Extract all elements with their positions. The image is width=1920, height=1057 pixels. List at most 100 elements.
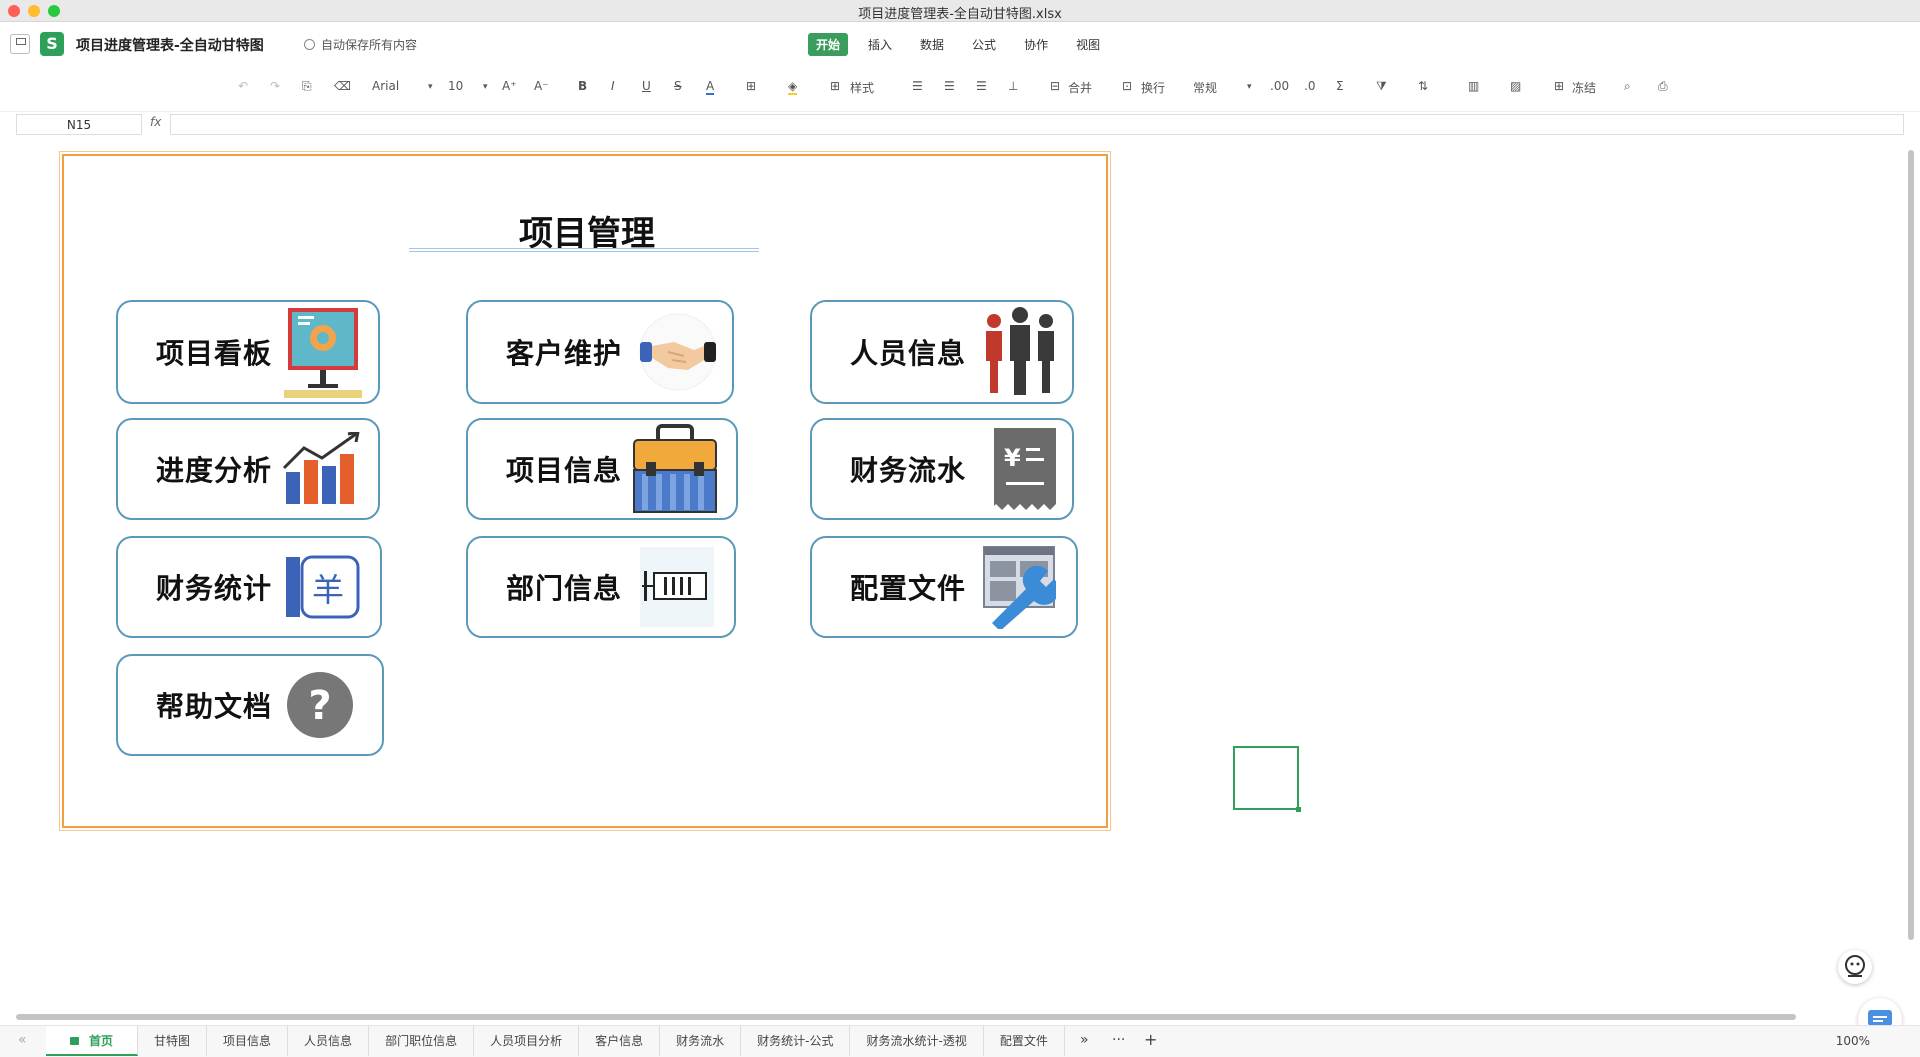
bold-button[interactable]: B xyxy=(578,79,587,93)
sheet-tab-gantt[interactable]: 甘特图 xyxy=(138,1026,208,1056)
sheet-tab-finance-pivot[interactable]: 财务流水统计-透视 xyxy=(850,1026,984,1056)
merge-icon[interactable]: ⊟ xyxy=(1050,79,1060,93)
wrap-text-button[interactable]: 换行 xyxy=(1141,79,1165,96)
card-label: 客户维护 xyxy=(506,337,623,370)
receipt-icon: ¥ xyxy=(994,428,1056,510)
handshake-icon xyxy=(639,313,717,391)
redo-icon[interactable]: ↷ xyxy=(270,79,280,93)
sheet-tab-config[interactable]: 配置文件 xyxy=(984,1026,1065,1056)
freeze-button[interactable]: 冻结 xyxy=(1572,79,1596,96)
menu-data[interactable]: 数据 xyxy=(912,33,952,56)
menu-collaborate[interactable]: 协作 xyxy=(1016,33,1056,56)
assistant-avatar-button[interactable] xyxy=(1838,950,1872,984)
align-center-icon[interactable]: ☰ xyxy=(944,79,955,93)
sheet-tab-home[interactable]: 首页 xyxy=(46,1026,139,1056)
font-color-button[interactable]: A xyxy=(706,79,715,95)
undo-icon[interactable]: ↶ xyxy=(238,79,248,93)
menu-insert[interactable]: 插入 xyxy=(860,33,900,56)
italic-button[interactable]: I xyxy=(611,79,615,93)
vertical-scrollbar[interactable] xyxy=(1908,150,1914,940)
card-finance-flow[interactable]: 财务流水 ¥ xyxy=(810,418,1074,520)
align-right-icon[interactable]: ☰ xyxy=(976,79,987,93)
add-sheet-button[interactable]: + xyxy=(1144,1030,1157,1049)
increase-decimal-icon[interactable]: .00 xyxy=(1270,79,1289,93)
barcode-scanner-icon xyxy=(640,547,714,627)
number-format-select[interactable]: 常规 xyxy=(1193,79,1217,96)
vertical-align-icon[interactable]: ⊥ xyxy=(1008,79,1018,93)
decrease-decimal-icon[interactable]: .0 xyxy=(1304,79,1315,93)
sheet-tab-project-info[interactable]: 项目信息 xyxy=(207,1026,289,1056)
more-tabs-button[interactable]: » xyxy=(1080,1032,1089,1048)
card-progress-analysis[interactable]: 进度分析 xyxy=(116,418,380,520)
menu-home[interactable]: 开始 xyxy=(808,33,849,56)
svg-text:¥: ¥ xyxy=(1004,444,1021,472)
cell-name-box[interactable]: N15 xyxy=(16,114,142,135)
fill-color-icon[interactable]: ◈ xyxy=(788,79,798,95)
sort-icon[interactable]: ⇅ xyxy=(1418,79,1428,93)
cell-style-button[interactable]: 样式 xyxy=(850,79,874,96)
cell-style-icon[interactable]: ⊞ xyxy=(830,79,840,93)
horizontal-scrollbar[interactable] xyxy=(16,1014,1796,1020)
card-config-files[interactable]: 配置文件 xyxy=(810,536,1078,638)
card-customer-maintenance[interactable]: 客户维护 xyxy=(466,300,734,404)
card-label: 财务流水 xyxy=(850,454,967,487)
tab-label: 首页 xyxy=(89,1034,114,1048)
card-department-info[interactable]: 部门信息 xyxy=(466,536,736,638)
sheet-tab-personnel-info[interactable]: 人员信息 xyxy=(288,1026,370,1056)
chevron-down-icon[interactable]: ▾ xyxy=(1247,82,1252,92)
formula-input[interactable] xyxy=(170,114,1904,135)
menu-formula[interactable]: 公式 xyxy=(964,33,1004,56)
zoom-level[interactable]: 100% xyxy=(1836,1034,1870,1048)
card-project-board[interactable]: 项目看板 xyxy=(116,300,380,404)
border-icon[interactable]: ⊞ xyxy=(746,79,756,93)
chevron-down-icon[interactable]: ▾ xyxy=(428,82,433,92)
card-finance-statistics[interactable]: 财务统计 羊 xyxy=(116,536,382,638)
dashboard-panel: 项目管理 项目看板 客户维护 人员信息 进度分析 项目信息 财务流水 ¥ 财务统… xyxy=(59,151,1111,831)
sheet-tab-personnel-project-analysis[interactable]: 人员项目分析 xyxy=(474,1026,580,1056)
question-icon: ? xyxy=(287,672,353,738)
strikethrough-button[interactable]: S xyxy=(674,79,682,93)
card-help-docs[interactable]: 帮助文档 ? xyxy=(116,654,384,756)
align-left-icon[interactable]: ☰ xyxy=(912,79,923,93)
svg-text:?: ? xyxy=(308,683,331,729)
increase-font-icon[interactable]: A⁺ xyxy=(502,79,517,93)
format-painter-icon[interactable]: ⎘ xyxy=(302,79,312,94)
filter-icon[interactable]: ⧩ xyxy=(1376,79,1387,94)
selected-cell[interactable] xyxy=(1233,746,1301,812)
sheet-tabs: 首页 甘特图 项目信息 人员信息 部门职位信息 人员项目分析 客户信息 财务流水… xyxy=(46,1026,1065,1056)
tab-options-button[interactable]: ··· xyxy=(1112,1032,1125,1048)
sheet-tab-dept-position[interactable]: 部门职位信息 xyxy=(369,1026,475,1056)
chevron-down-icon[interactable]: ▾ xyxy=(483,82,488,92)
fx-icon: fx xyxy=(150,115,162,129)
sheet-tab-finance-stats-formula[interactable]: 财务统计-公式 xyxy=(741,1026,851,1056)
card-label: 项目看板 xyxy=(156,337,273,370)
app-header: S 项目进度管理表-全自动甘特图 自动保存所有内容 开始 插入 数据 公式 协作… xyxy=(0,22,1920,66)
font-size-select[interactable]: 10 xyxy=(448,79,463,93)
sheet-tab-customer-info[interactable]: 客户信息 xyxy=(579,1026,661,1056)
menu-view[interactable]: 视图 xyxy=(1068,33,1108,56)
sum-button[interactable]: Σ xyxy=(1336,79,1344,93)
merge-button[interactable]: 合并 xyxy=(1068,79,1092,96)
sheet-canvas[interactable]: 项目管理 项目看板 客户维护 人员信息 进度分析 项目信息 财务流水 ¥ 财务统… xyxy=(0,138,1920,1008)
card-personnel-info[interactable]: 人员信息 xyxy=(810,300,1074,404)
app-logo: S xyxy=(40,32,64,56)
scroll-tabs-left-icon[interactable]: « xyxy=(18,1032,27,1048)
settings-wrench-icon xyxy=(983,546,1056,629)
wrap-icon[interactable]: ⊡ xyxy=(1122,79,1132,93)
print-icon[interactable]: ⎙ xyxy=(1658,79,1668,94)
title-underline xyxy=(409,248,759,252)
search-icon[interactable]: ⌕ xyxy=(1624,79,1631,94)
save-icon[interactable] xyxy=(10,34,30,54)
font-family-select[interactable]: Arial xyxy=(372,79,399,93)
clear-format-icon[interactable]: ⌫ xyxy=(334,79,351,93)
decrease-font-icon[interactable]: A⁻ xyxy=(534,79,549,93)
main-menu: 开始 插入 数据 公式 协作 视图 xyxy=(808,33,1120,56)
card-label: 进度分析 xyxy=(156,454,273,487)
freeze-icon[interactable]: ⊞ xyxy=(1554,79,1564,93)
card-project-info[interactable]: 项目信息 xyxy=(466,418,738,520)
chart-icon[interactable]: ▥ xyxy=(1468,79,1479,93)
sheet-tab-finance-flow[interactable]: 财务流水 xyxy=(660,1026,742,1056)
image-icon[interactable]: ▨ xyxy=(1510,79,1521,93)
underline-button[interactable]: U xyxy=(642,79,651,93)
assistant-icon xyxy=(1845,955,1865,977)
